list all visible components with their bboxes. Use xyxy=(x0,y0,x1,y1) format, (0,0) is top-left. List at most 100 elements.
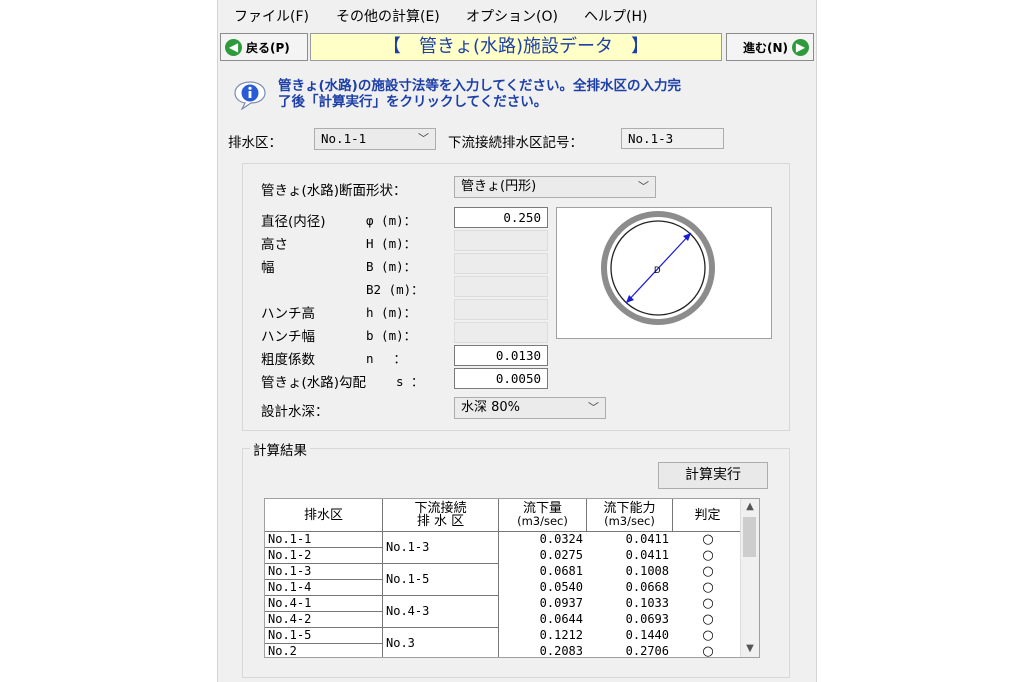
cell-flow: 0.0681 xyxy=(539,564,583,578)
haunch-height-input xyxy=(454,299,548,320)
param-name-slope: 管きょ(水路)勾配 xyxy=(261,375,367,391)
cell-district: No.1-2 xyxy=(265,548,383,564)
height-input xyxy=(454,230,548,251)
cell-district: No.4-1 xyxy=(265,596,383,612)
param-symbol-roughness: n ： xyxy=(366,351,407,366)
param-symbol-diameter: φ (m)： xyxy=(366,213,417,228)
header-district: 排水区 xyxy=(265,499,383,532)
cell-judge: ○ xyxy=(702,580,714,595)
chevron-down-icon: ﹀ xyxy=(638,180,649,193)
cell-district: No.4-2 xyxy=(265,612,383,628)
roughness-input[interactable]: 0.0130 xyxy=(454,345,548,366)
scroll-up-icon[interactable]: ▲ xyxy=(741,499,759,515)
header-downstream: 下流接続排 水 区 xyxy=(383,499,499,532)
cell-capacity: 0.0668 xyxy=(625,580,669,594)
next-button[interactable]: 進む(N) ▶ xyxy=(726,33,814,61)
instruction-line-1: 管きょ(水路)の施設寸法等を入力してください。全排水区の入力完 xyxy=(278,78,682,94)
shape-select[interactable]: 管きょ(円形) ﹀ xyxy=(454,176,656,198)
shape-label: 管きょ(水路)断面形状： xyxy=(261,183,407,199)
downstream-field[interactable]: No.1-3 xyxy=(621,128,724,149)
cell-district: No.1-4 xyxy=(265,580,383,596)
chevron-down-icon: ﹀ xyxy=(588,401,599,414)
header-flow: 流下量 (m3/sec) xyxy=(499,499,587,532)
param-symbol-width2: B2 (m)： xyxy=(366,282,424,297)
cell-judge: ○ xyxy=(702,644,714,658)
param-symbol-width: B (m)： xyxy=(366,259,417,274)
menu-other-calc[interactable]: その他の計算(E) xyxy=(336,6,440,26)
chevron-down-icon: ﹀ xyxy=(418,132,429,145)
info-icon xyxy=(234,81,266,110)
cell-capacity: 0.2706 xyxy=(625,644,669,658)
cell-judge: ○ xyxy=(702,532,714,547)
depth-select-value: 水深 80% xyxy=(461,400,521,415)
cell-flow: 0.0275 xyxy=(539,548,583,562)
cell-district: No.2 xyxy=(265,644,383,657)
nav-bar: ◀ 戻る(P) 【 管きょ(水路)施設データ 】 進む(N) ▶ xyxy=(218,30,816,64)
section-diagram: D xyxy=(556,207,772,339)
cell-downstream: No.4-3 xyxy=(383,596,499,628)
diameter-label: D xyxy=(654,265,661,275)
circular-pipe-diagram: D xyxy=(601,211,715,325)
param-name-haunch-width: ハンチ幅 xyxy=(261,329,315,345)
menu-bar: ファイル(F) その他の計算(E) オプション(O) ヘルプ(H) xyxy=(218,0,816,30)
cell-district: No.1-5 xyxy=(265,628,383,644)
param-name-width: 幅 xyxy=(261,260,275,276)
calculate-button[interactable]: 計算実行 xyxy=(658,462,768,489)
param-symbol-slope: s ： xyxy=(396,374,424,389)
scroll-thumb[interactable] xyxy=(743,517,756,557)
param-name-roughness: 粗度係数 xyxy=(261,352,315,368)
width-input xyxy=(454,253,548,274)
width2-input xyxy=(454,276,548,297)
instruction-line-2: 了後「計算実行」をクリックしてください。 xyxy=(278,94,548,110)
back-button-label: 戻る(P) xyxy=(246,40,290,55)
cell-judge: ○ xyxy=(702,564,714,579)
param-symbol-height: H (m)： xyxy=(366,236,417,251)
arrow-right-icon: ▶ xyxy=(792,38,809,56)
header-capacity: 流下能力 (m3/sec) xyxy=(587,499,673,532)
arrow-left-icon: ◀ xyxy=(225,38,242,56)
cell-downstream: No.1-3 xyxy=(383,532,499,564)
param-name-height: 高さ xyxy=(261,237,288,253)
depth-select[interactable]: 水深 80% ﹀ xyxy=(454,397,606,419)
back-button[interactable]: ◀ 戻る(P) xyxy=(220,33,308,61)
instruction-text: 管きょ(水路)の施設寸法等を入力してください。全排水区の入力完 了後「計算実行」… xyxy=(278,78,798,110)
cell-judge: ○ xyxy=(702,628,714,643)
cell-judge: ○ xyxy=(702,596,714,611)
app-window: ファイル(F) その他の計算(E) オプション(O) ヘルプ(H) ◀ 戻る(P… xyxy=(217,0,817,682)
cell-flow: 0.0540 xyxy=(539,580,583,594)
menu-file[interactable]: ファイル(F) xyxy=(234,6,309,26)
cell-flow: 0.0644 xyxy=(539,612,583,626)
cell-district: No.1-3 xyxy=(265,564,383,580)
cell-capacity: 0.1440 xyxy=(625,628,669,642)
diameter-input[interactable]: 0.250 xyxy=(454,207,548,228)
cell-judge: ○ xyxy=(702,548,714,563)
district-select[interactable]: No.1-1 ﹀ xyxy=(314,128,436,150)
scroll-down-icon[interactable]: ▼ xyxy=(741,641,759,657)
cell-flow: 0.1212 xyxy=(539,628,583,642)
cell-capacity: 0.1008 xyxy=(625,564,669,578)
slope-input[interactable]: 0.0050 xyxy=(454,368,548,389)
param-name-haunch-height: ハンチ高 xyxy=(261,306,315,322)
downstream-label: 下流接続排水区記号： xyxy=(448,135,583,151)
page-title: 【 管きょ(水路)施設データ 】 xyxy=(310,33,722,61)
shape-select-value: 管きょ(円形) xyxy=(461,179,537,194)
results-label: 計算結果 xyxy=(250,439,310,459)
cell-flow: 0.0324 xyxy=(539,532,583,546)
cell-capacity: 0.0693 xyxy=(625,612,669,626)
menu-options[interactable]: オプション(O) xyxy=(466,6,558,26)
haunch-width-input xyxy=(454,322,548,343)
district-select-value: No.1-1 xyxy=(321,131,367,146)
param-symbol-haunch-height: h (m)： xyxy=(366,305,417,320)
cell-district: No.1-1 xyxy=(265,532,383,548)
depth-label: 設計水深： xyxy=(261,404,329,420)
cell-flow: 0.0937 xyxy=(539,596,583,610)
cell-capacity: 0.1033 xyxy=(625,596,669,610)
cell-capacity: 0.0411 xyxy=(625,548,669,562)
param-name-diameter: 直径(内径) xyxy=(261,214,326,230)
menu-help[interactable]: ヘルプ(H) xyxy=(584,6,647,26)
cell-capacity: 0.0411 xyxy=(625,532,669,546)
table-scrollbar[interactable]: ▲ ▼ xyxy=(740,499,759,657)
cell-judge: ○ xyxy=(702,612,714,627)
cell-flow: 0.2083 xyxy=(539,644,583,658)
cell-downstream: No.3 xyxy=(383,628,499,657)
